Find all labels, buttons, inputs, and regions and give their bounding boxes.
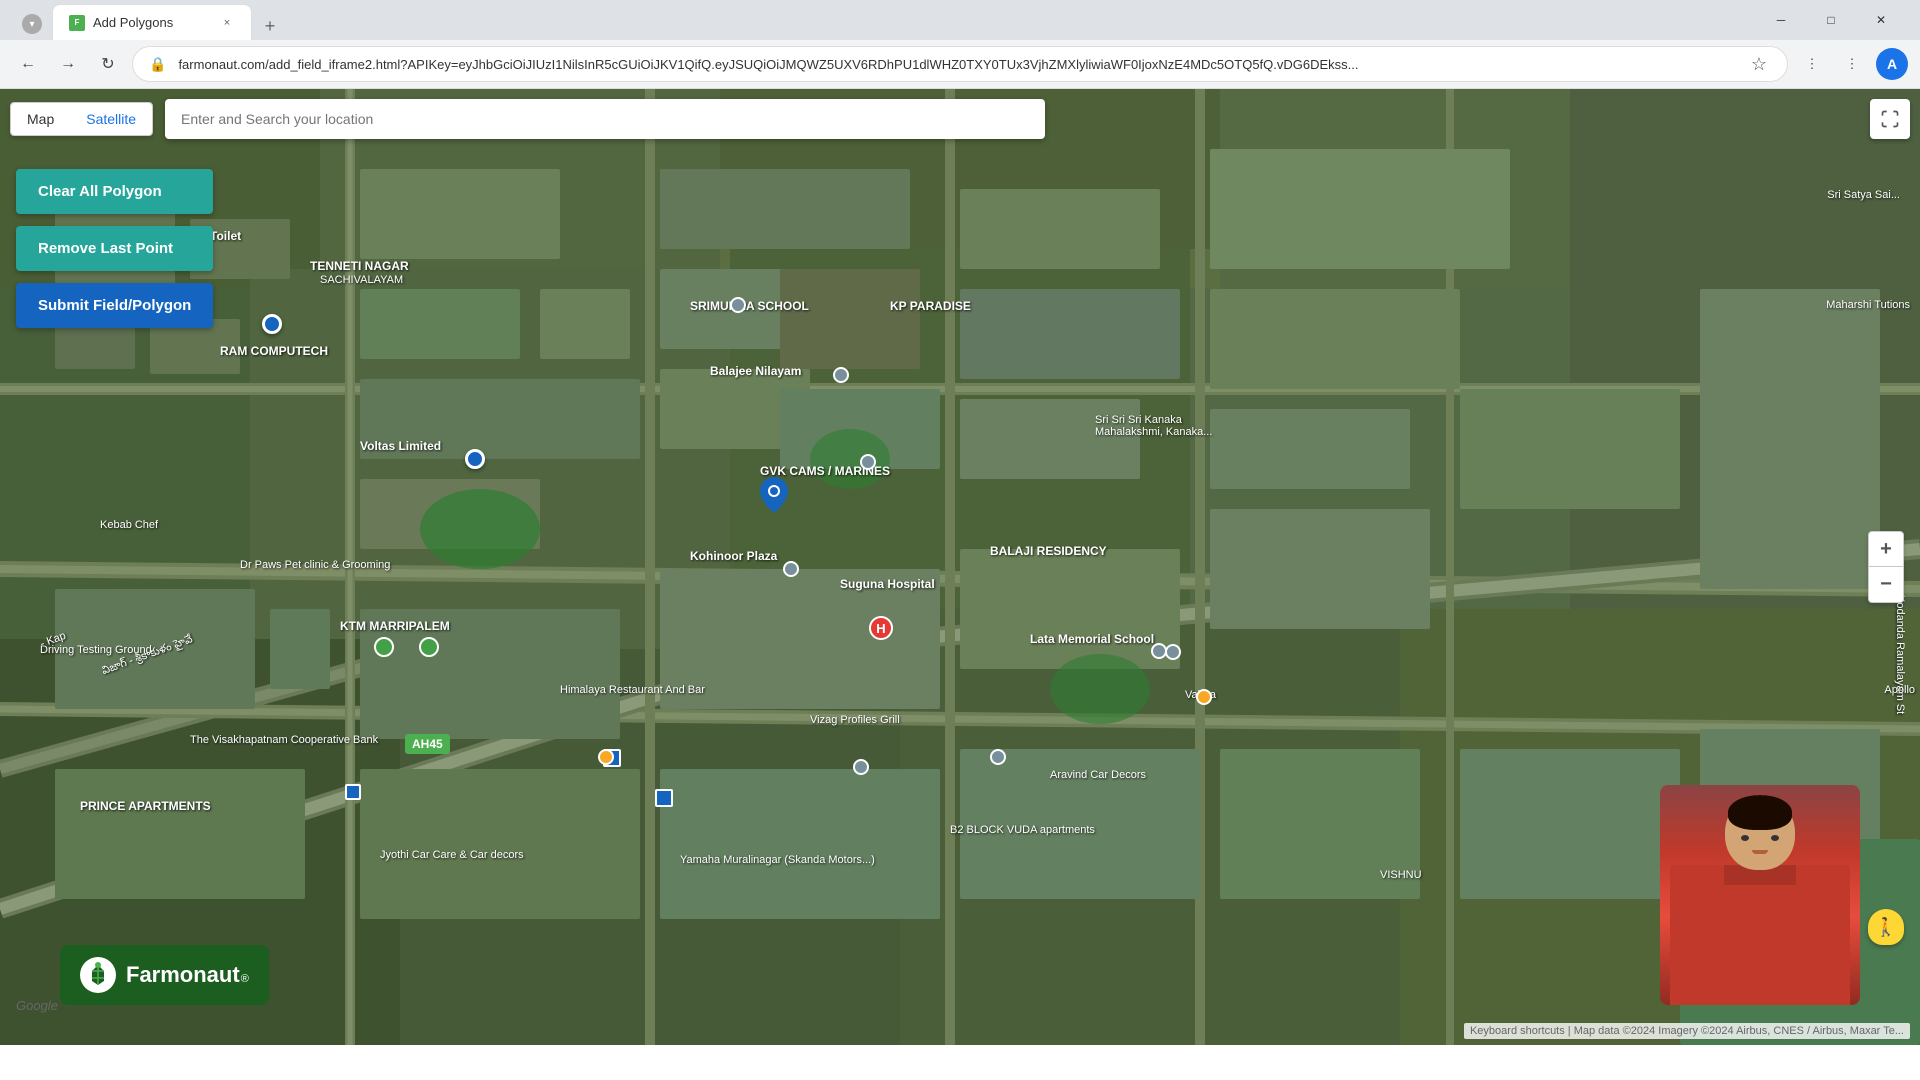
minimize-button[interactable]: ─ [1758,5,1804,35]
pin-restaurant[interactable] [598,749,614,765]
reload-button[interactable]: ↻ [92,48,124,80]
tab-title: Add Polygons [93,15,211,30]
tab-bar: ▾ F Add Polygons × + [8,0,1750,40]
tab-favicon: F [69,15,85,31]
pin-gvk[interactable] [860,454,876,470]
pin-ktm-green2[interactable] [419,637,439,657]
pin-ktm-green[interactable] [374,637,394,657]
clear-all-polygon-button[interactable]: Clear All Polygon [16,169,213,214]
maximize-button[interactable]: □ [1808,5,1854,35]
label-kodanda: Kodanda Ramalayam St [1894,595,1906,714]
zoom-controls: + − [1868,531,1904,603]
profile-button[interactable]: A [1876,48,1908,80]
pin-hospital-h[interactable]: H [869,616,893,640]
pin-vizag[interactable] [853,759,869,775]
map-marker [760,477,788,518]
location-search-input[interactable] [165,99,1045,139]
address-text: farmonaut.com/add_field_iframe2.html?API… [178,57,1738,72]
farmonaut-name: Farmonaut ® [126,962,249,988]
menu-button[interactable]: ⋮ [1836,48,1868,80]
title-bar: ▾ F Add Polygons × + ─ □ ✕ [0,0,1920,40]
farmonaut-logo: Farmonaut ® [60,945,269,1005]
pin-lata2[interactable] [1151,643,1167,659]
polygon-controls: Clear All Polygon Remove Last Point Subm… [16,169,213,328]
pin-lata[interactable] [1165,644,1181,660]
address-bar[interactable]: 🔒 farmonaut.com/add_field_iframe2.html?A… [132,46,1788,82]
bookmark-icon[interactable]: ☆ [1747,50,1771,79]
pin-sbm[interactable] [262,314,282,334]
active-tab[interactable]: F Add Polygons × [52,4,252,40]
nav-bar: ← → ↻ 🔒 farmonaut.com/add_field_iframe2.… [0,40,1920,88]
zoom-in-button[interactable]: + [1868,531,1904,567]
close-window-button[interactable]: ✕ [1858,5,1904,35]
map-type-buttons: Map Satellite [10,102,153,136]
tab-close-button[interactable]: × [219,15,235,31]
extensions-button[interactable]: ⋮ [1796,48,1828,80]
map-type-map-button[interactable]: Map [11,103,70,135]
pin-balajee[interactable] [833,367,849,383]
pin-vajraa[interactable] [1196,689,1212,705]
ah45-badge: AH45 [405,734,450,754]
map-container[interactable]: Map Satellite Clear All Polygon Remove L… [0,89,1920,1045]
pin-srimukha[interactable] [730,297,746,313]
map-controls-top: Map Satellite [0,89,1920,149]
zoom-out-button[interactable]: − [1868,567,1904,603]
map-attribution-text: Keyboard shortcuts | Map data ©2024 Imag… [1464,1023,1910,1039]
window-controls: ─ □ ✕ [1758,5,1904,35]
pin-road-marker[interactable] [990,749,1006,765]
map-type-satellite-button[interactable]: Satellite [70,103,152,135]
forward-button[interactable]: → [52,48,84,80]
pin-bank[interactable] [345,784,361,800]
map-background [0,89,1920,1045]
back-button[interactable]: ← [12,48,44,80]
new-tab-button[interactable]: + [256,12,284,40]
pin-voltas[interactable] [465,449,485,469]
person-overlay [1660,785,1860,1005]
pegman-container[interactable]: 🚶 [1868,909,1904,945]
farmonaut-logo-icon [80,957,116,993]
pin-bus-blue2[interactable] [655,789,673,807]
submit-field-polygon-button[interactable]: Submit Field/Polygon [16,283,213,328]
map-attribution-bar: Keyboard shortcuts | Map data ©2024 Imag… [0,1017,1920,1045]
google-text: Google [16,998,58,1013]
fullscreen-button[interactable] [1870,99,1910,139]
pin-kohinoor[interactable] [783,561,799,577]
pegman-icon[interactable]: 🚶 [1868,909,1904,945]
browser-chrome: ▾ F Add Polygons × + ─ □ ✕ ← → ↻ 🔒 far [0,0,1920,89]
lock-icon: 🔒 [149,56,166,73]
remove-last-point-button[interactable]: Remove Last Point [16,226,213,271]
